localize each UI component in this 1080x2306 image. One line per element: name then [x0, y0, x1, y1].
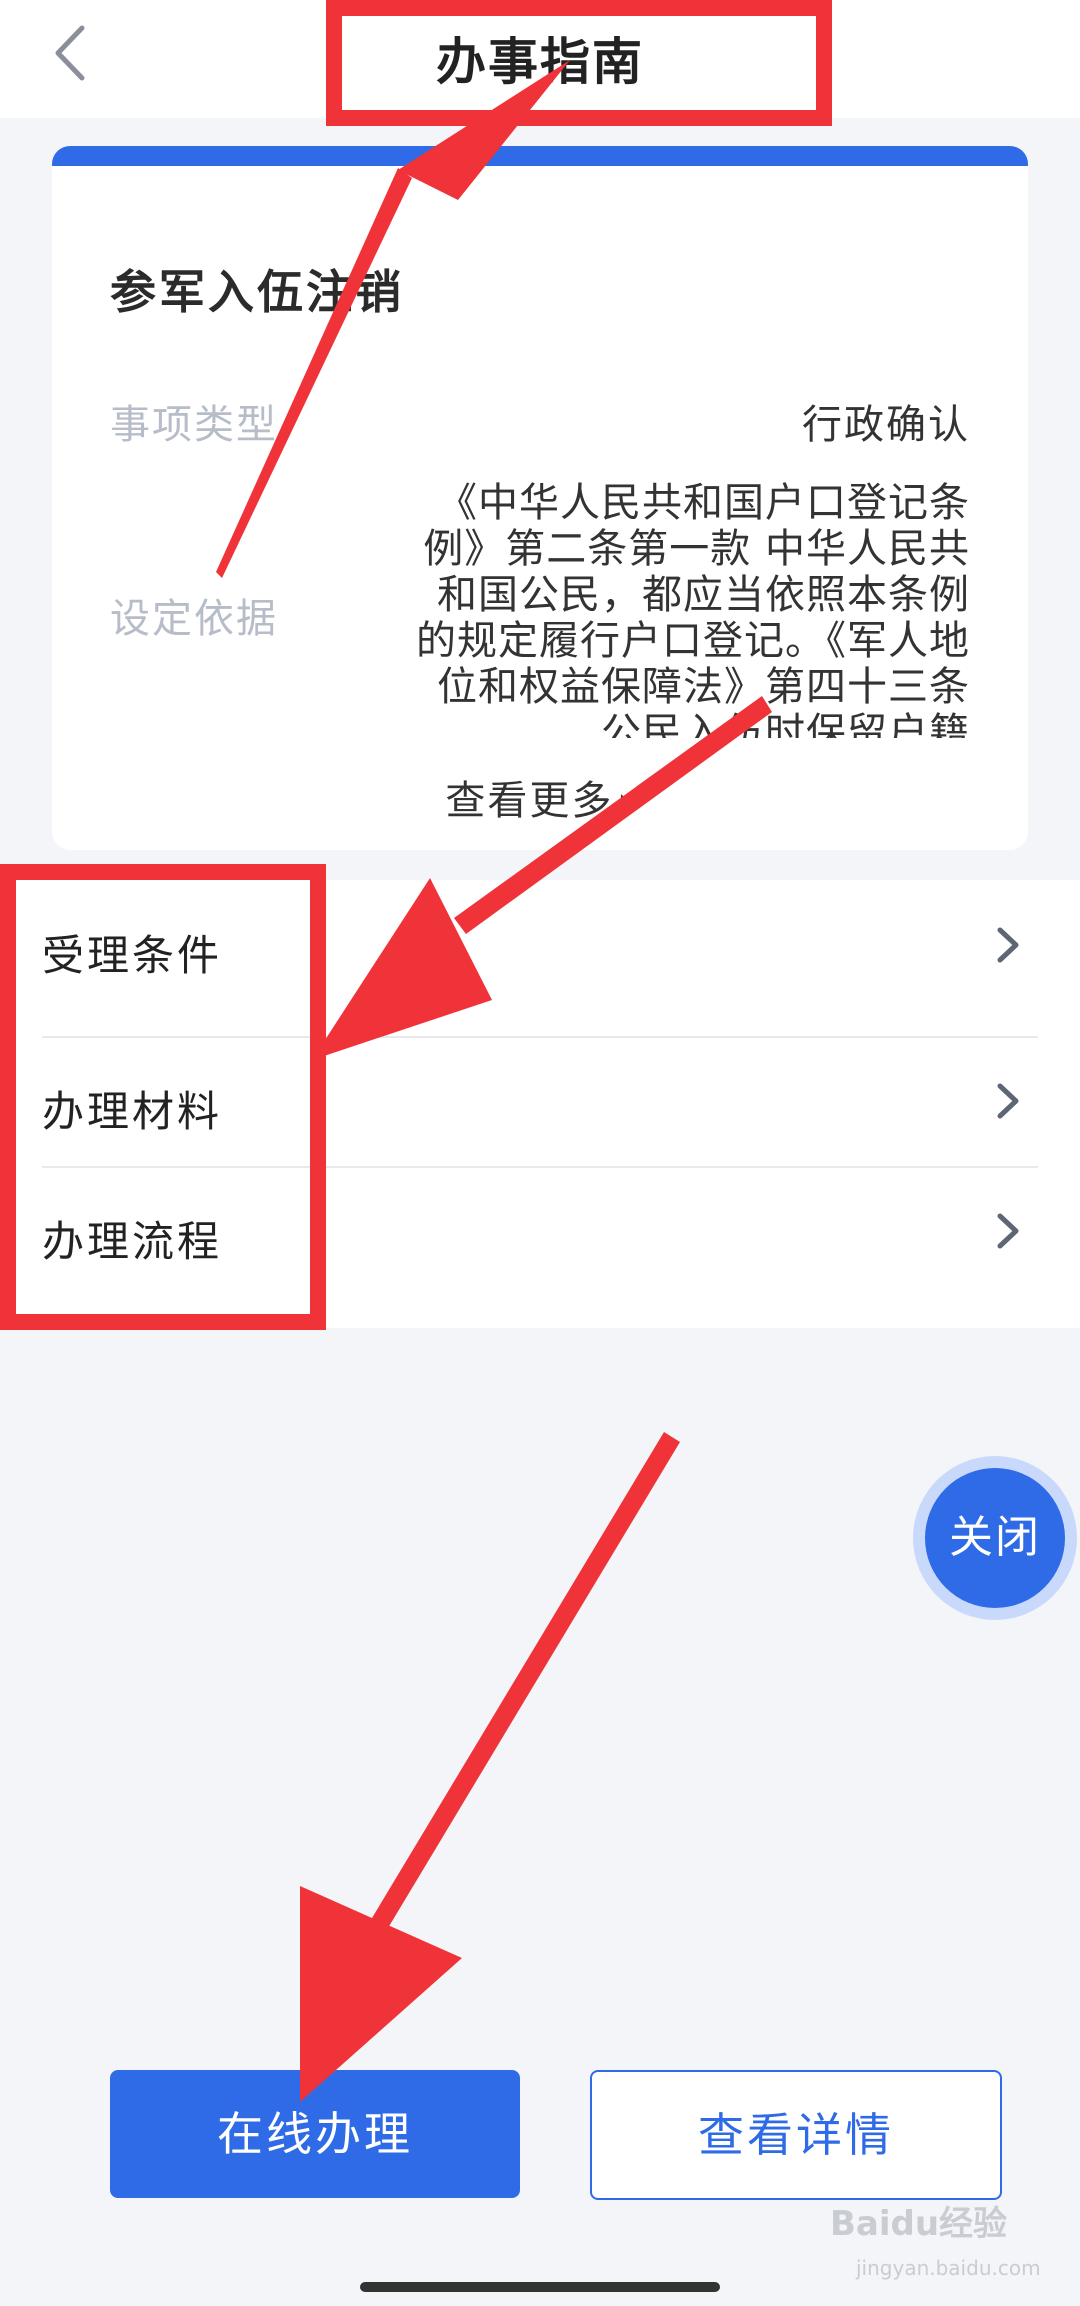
close-fab-button[interactable]: 关闭	[925, 1468, 1065, 1608]
annotation-box-title	[326, 0, 832, 126]
watermark-brand: Baidu经验	[830, 2204, 1008, 2244]
online-apply-button[interactable]: 在线办理	[110, 2070, 520, 2198]
view-more-label: 查看更多	[445, 778, 614, 824]
legal-basis-label: 设定依据	[110, 596, 278, 642]
annotation-box-menu	[0, 864, 326, 1330]
watermark-url: jingyan.baidu.com	[856, 2256, 1041, 2280]
home-indicator	[360, 2282, 720, 2292]
chevron-right-icon	[997, 927, 1019, 963]
view-details-button[interactable]: 查看详情	[590, 2070, 1002, 2200]
legal-basis-text: 《中华人民共和国户口登记条例》第二条第一款 中华人民共和国公民，都应当依照本条例…	[416, 480, 970, 738]
guide-summary-card: 参军入伍注销 事项类型 行政确认 设定依据 《中华人民共和国户口登记条例》第二条…	[52, 146, 1028, 850]
item-type-value: 行政确认	[802, 402, 970, 448]
item-type-label: 事项类型	[110, 402, 278, 448]
chevron-right-icon	[997, 1213, 1019, 1249]
chevron-right-icon	[997, 1083, 1019, 1119]
view-more-link[interactable]: 查看更多 ›	[52, 768, 1028, 826]
item-title: 参军入伍注销	[110, 265, 404, 319]
annotation-arrow	[360, 1432, 680, 1948]
chevron-right-icon: ›	[617, 779, 635, 823]
card-accent-bar	[52, 146, 1028, 166]
